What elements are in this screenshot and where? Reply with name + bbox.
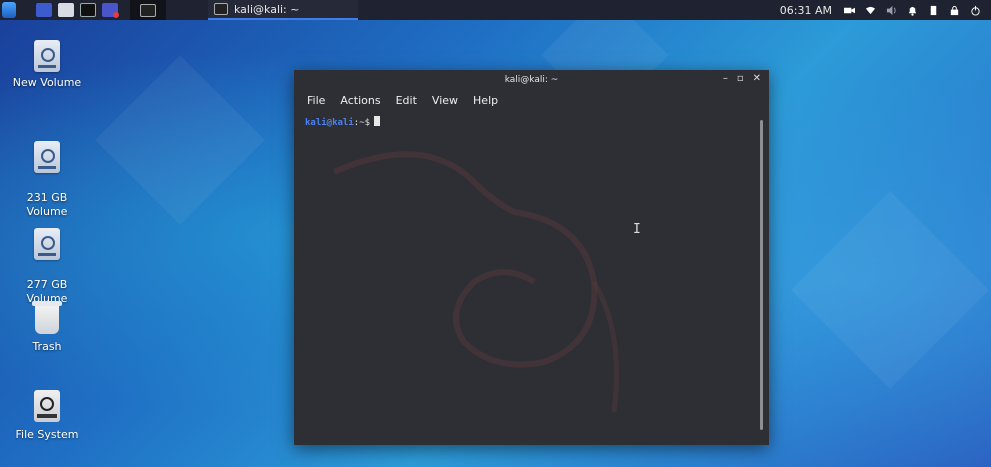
- desktop-icon-label: File System: [15, 428, 79, 441]
- clock[interactable]: 06:31 AM: [780, 4, 832, 17]
- prompt-user: kali@kali: [305, 118, 354, 128]
- top-panel: kali@kali: ~ 06:31 AM: [0, 0, 991, 20]
- prompt-path: :~$: [353, 118, 371, 128]
- menu-edit[interactable]: Edit: [396, 94, 417, 107]
- file-manager-icon[interactable]: [58, 3, 74, 17]
- desktop-icon-file-system[interactable]: File System: [7, 390, 87, 442]
- terminal-icon[interactable]: [80, 3, 96, 17]
- window-title: kali@kali: ~: [504, 75, 559, 85]
- hard-disk-icon: [34, 390, 60, 422]
- desktop-icon-trash[interactable]: Trash: [7, 301, 87, 354]
- wallpaper-shard: [95, 55, 265, 225]
- battery-icon[interactable]: [928, 5, 939, 16]
- close-button[interactable]: ✕: [753, 73, 761, 84]
- menu-view[interactable]: View: [432, 94, 458, 107]
- system-tray: 06:31 AM: [780, 0, 981, 20]
- volume-icon[interactable]: [886, 5, 897, 16]
- text-cursor: [374, 116, 381, 126]
- drive-icon: [34, 40, 60, 72]
- trash-icon: [32, 301, 62, 334]
- desktop-icon-new-volume[interactable]: New Volume: [7, 40, 87, 90]
- lock-icon[interactable]: [949, 5, 960, 16]
- window-titlebar[interactable]: kali@kali: ~ – ▫ ✕: [294, 70, 769, 90]
- terminal-window[interactable]: kali@kali: ~ – ▫ ✕ File Actions Edit Vie…: [294, 70, 769, 445]
- wallpaper-shard: [791, 191, 989, 389]
- shell-prompt: kali@kali:~$: [305, 116, 381, 128]
- minimize-button[interactable]: –: [723, 73, 728, 84]
- desktop-icon-label: New Volume: [12, 76, 82, 89]
- terminal-small-icon: [214, 3, 228, 15]
- menu-bar: File Actions Edit View Help: [294, 90, 769, 110]
- notification-bell-icon[interactable]: [907, 5, 918, 16]
- taskbar-item-terminal[interactable]: kali@kali: ~: [208, 0, 358, 20]
- taskbar-item-label: kali@kali: ~: [234, 2, 300, 16]
- terminal-text-area[interactable]: kali@kali:~$ I: [294, 112, 769, 445]
- power-icon[interactable]: [970, 5, 981, 16]
- kali-dragon-watermark: [332, 151, 619, 413]
- desktop-icon-277gb-volume[interactable]: 277 GB Volume: [7, 214, 87, 306]
- drive-icon: [34, 228, 60, 260]
- maximize-button[interactable]: ▫: [737, 73, 744, 84]
- desktop-icon-label: Trash: [32, 340, 62, 353]
- wifi-icon[interactable]: [865, 5, 876, 16]
- workspace-window-icon: [140, 3, 156, 17]
- menu-file[interactable]: File: [307, 94, 325, 107]
- desktop-icon-231gb-volume[interactable]: 231 GB Volume: [7, 127, 87, 219]
- scrollbar[interactable]: [760, 120, 763, 430]
- ibeam-cursor-icon: I: [633, 222, 641, 237]
- menu-actions[interactable]: Actions: [340, 94, 380, 107]
- drive-icon: [34, 141, 60, 173]
- workspace-icon[interactable]: [36, 3, 52, 17]
- kali-menu-icon[interactable]: [2, 2, 16, 18]
- menu-help[interactable]: Help: [473, 94, 498, 107]
- screen-recorder-icon[interactable]: [102, 3, 119, 18]
- camera-icon[interactable]: [844, 5, 855, 16]
- workspace-switcher[interactable]: [130, 0, 166, 20]
